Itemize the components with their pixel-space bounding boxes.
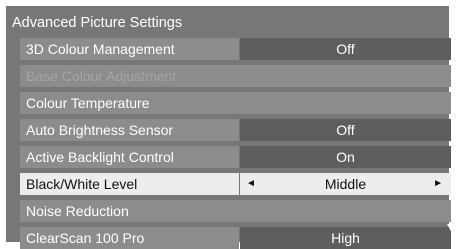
triangle-down-icon[interactable]	[447, 224, 457, 233]
advanced-picture-settings-panel: Advanced Picture Settings 3D Colour Mana…	[6, 6, 451, 249]
menu-item-label: ClearScan 100 Pro	[20, 227, 239, 249]
menu-item-label: Colour Temperature	[20, 92, 451, 114]
menu-item-label: Base Colour Adjustment	[20, 65, 451, 87]
menu-item-value[interactable]: ◄ Middle ►	[240, 173, 451, 195]
menu-item-3d-colour-management[interactable]: 3D Colour Management Off	[20, 38, 451, 60]
menu-item-value[interactable]: Off	[240, 38, 451, 60]
right-arrow-icon[interactable]: ►	[433, 173, 443, 195]
menu-item-clearscan-100-pro[interactable]: ClearScan 100 Pro High	[20, 227, 451, 249]
menu-item-label: Auto Brightness Sensor	[20, 119, 239, 141]
menu-item-colour-temperature[interactable]: Colour Temperature	[20, 92, 451, 114]
menu-item-black-white-level[interactable]: Black/White Level ◄ Middle ►	[20, 173, 451, 195]
menu-item-label: Black/White Level	[20, 173, 239, 195]
left-arrow-icon[interactable]: ◄	[246, 173, 256, 195]
menu-item-noise-reduction[interactable]: Noise Reduction	[20, 200, 451, 222]
menu-item-active-backlight-control[interactable]: Active Backlight Control On	[20, 146, 451, 168]
menu-item-value[interactable]: High	[240, 227, 451, 249]
menu-item-value-text: Middle	[324, 176, 367, 192]
menu-item-value[interactable]: On	[240, 146, 451, 168]
menu-item-label: Active Backlight Control	[20, 146, 239, 168]
menu-item-label: Noise Reduction	[20, 200, 451, 222]
menu-item-value[interactable]: Off	[240, 119, 451, 141]
menu-item-base-colour-adjustment: Base Colour Adjustment	[20, 65, 451, 87]
menu-title: Advanced Picture Settings	[12, 15, 183, 31]
menu-item-label: 3D Colour Management	[20, 38, 239, 60]
menu-item-auto-brightness-sensor[interactable]: Auto Brightness Sensor Off	[20, 119, 451, 141]
